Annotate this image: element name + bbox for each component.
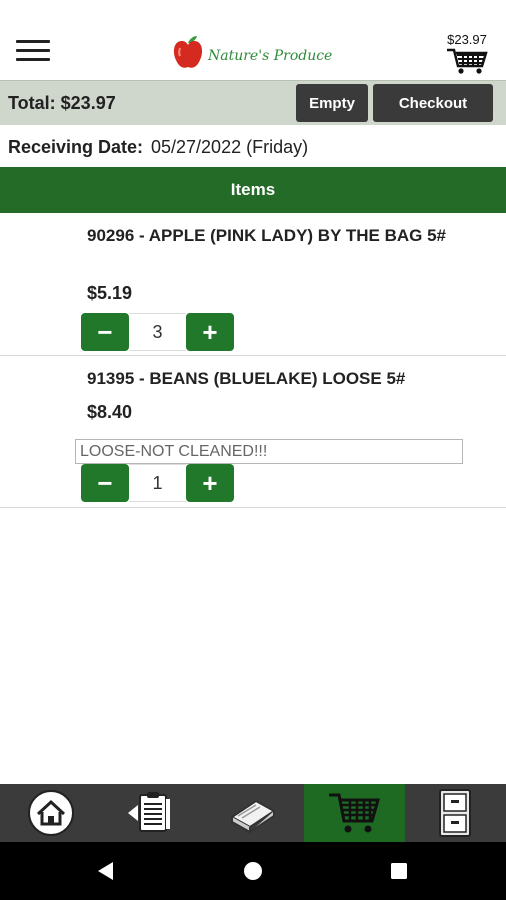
receiving-date-value: 05/27/2022 (Friday) (151, 137, 309, 157)
recents-square-icon (391, 863, 407, 879)
cart-item: 91395 - BEANS (BLUELAKE) LOOSE 5# $8.40 … (0, 356, 506, 508)
back-triangle-icon (98, 862, 113, 880)
brand-logo[interactable]: Nature's Produce (172, 34, 332, 70)
header-cart-total: $23.97 (447, 32, 487, 47)
app-header: Nature's Produce $23.97 (0, 0, 506, 80)
order-total: Total: $23.97 (8, 93, 116, 113)
home-circle-icon (244, 862, 262, 880)
catalog-icon (230, 799, 276, 834)
quantity-stepper: − 1 + (81, 464, 234, 502)
empty-cart-button[interactable]: Empty (296, 84, 368, 122)
quantity-stepper: − 3 + (81, 313, 234, 351)
item-title: 90296 - APPLE (PINK LADY) BY THE BAG 5# (87, 226, 446, 245)
cart-icon (447, 48, 488, 74)
quantity-input[interactable]: 3 (129, 313, 186, 351)
cart-icon (329, 793, 381, 833)
item-price: $5.19 (87, 283, 133, 303)
nav-archive[interactable] (405, 784, 506, 842)
receiving-date-label: Receiving Date: (8, 137, 144, 157)
increase-quantity-button[interactable]: + (186, 464, 234, 502)
checkout-button[interactable]: Checkout (373, 84, 493, 122)
total-bar: Total: $23.97 Empty Checkout (0, 80, 506, 125)
items-section-header: Items (0, 167, 506, 213)
item-note-field[interactable]: LOOSE-NOT CLEANED!!! (75, 439, 463, 464)
item-title: 91395 - BEANS (BLUELAKE) LOOSE 5# (87, 369, 406, 388)
decrease-quantity-button[interactable]: − (81, 313, 129, 351)
increase-quantity-button[interactable]: + (186, 313, 234, 351)
system-back-button[interactable] (75, 842, 135, 900)
system-recents-button[interactable] (369, 842, 429, 900)
brand-name: Nature's Produce (208, 48, 333, 64)
nav-catalog[interactable] (202, 784, 303, 842)
clipboard-icon (127, 792, 170, 832)
quantity-input[interactable]: 1 (129, 464, 186, 502)
apple-logo-icon (173, 36, 203, 68)
home-icon (27, 790, 74, 836)
nav-home[interactable] (0, 784, 101, 842)
cabinet-icon (439, 789, 472, 837)
system-navigation-bar (0, 842, 506, 900)
system-home-button[interactable] (223, 842, 283, 900)
header-cart-button[interactable]: $23.97 (440, 32, 494, 80)
hamburger-menu-icon[interactable] (16, 40, 50, 66)
receiving-date-row[interactable]: Receiving Date: 05/27/2022 (Friday) (0, 125, 506, 167)
decrease-quantity-button[interactable]: − (81, 464, 129, 502)
item-price: $8.40 (87, 402, 133, 422)
cart-item: 90296 - APPLE (PINK LADY) BY THE BAG 5# … (0, 213, 506, 356)
bottom-navigation (0, 784, 506, 842)
nav-orders[interactable] (101, 784, 202, 842)
nav-cart[interactable] (303, 784, 405, 842)
